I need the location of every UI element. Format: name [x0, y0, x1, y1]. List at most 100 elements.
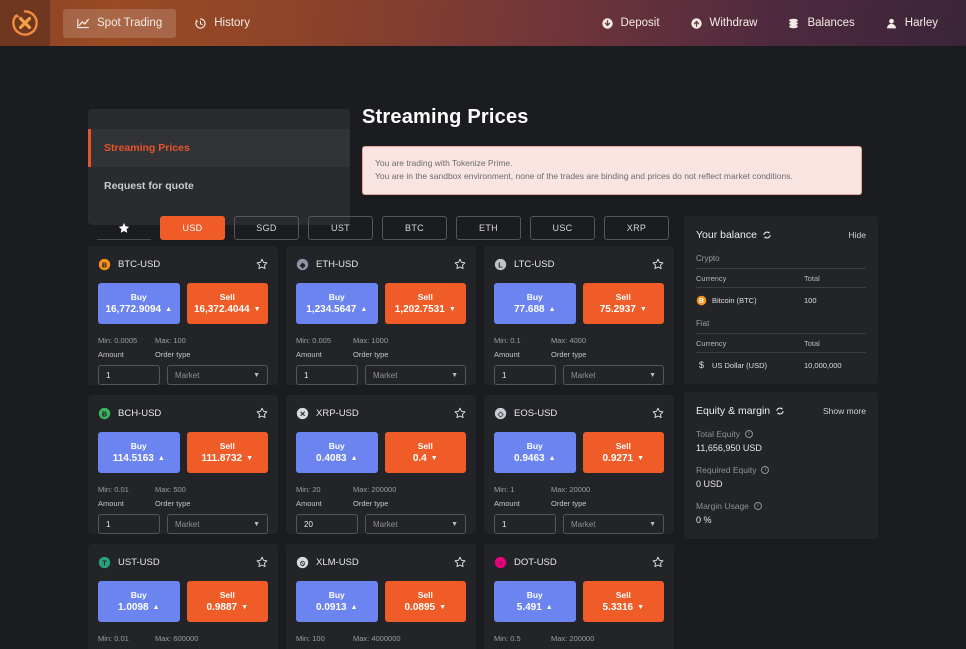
svg-text:Ƀ: Ƀ — [102, 409, 107, 418]
page-title: Streaming Prices — [362, 106, 529, 128]
refresh-icon[interactable] — [775, 406, 785, 416]
sidebar-item-streaming-prices[interactable]: Streaming Prices — [88, 129, 350, 167]
info-icon[interactable]: i — [744, 430, 753, 438]
order-type-select[interactable]: Market ▼ — [365, 514, 466, 534]
fiat-row-name: US Dollar (USD) — [712, 360, 768, 370]
buy-sell-row: Buy 0.0913 ▲ Sell 0.0895 ▼ — [296, 581, 466, 622]
buy-button[interactable]: Buy 16,772.9094 ▲ — [98, 283, 180, 324]
star-outline-icon[interactable] — [454, 407, 466, 419]
buy-button[interactable]: Buy 1.0098 ▲ — [98, 581, 180, 622]
buy-button[interactable]: Buy 1,234.5647 ▲ — [296, 283, 378, 324]
trading-pair-card: ✕ XRP-USD Buy 0.4083 ▲ Sell 0.4 ▼ Min: 20 Max: 20… — [286, 395, 476, 534]
card-pair-name: UST-USD — [118, 556, 160, 568]
order-inputs-row: Market ▼ — [494, 365, 664, 385]
svg-text:T: T — [102, 558, 107, 567]
buy-button[interactable]: Buy 77.688 ▲ — [494, 283, 576, 324]
logo-container[interactable] — [0, 0, 50, 46]
buy-button[interactable]: Buy 114.5163 ▲ — [98, 432, 180, 473]
main-header-area: Streaming Prices You are trading with To… — [362, 106, 862, 196]
refresh-icon[interactable] — [762, 230, 772, 240]
amount-input[interactable] — [494, 365, 556, 385]
star-outline-icon[interactable] — [454, 258, 466, 270]
amount-input[interactable] — [296, 365, 358, 385]
nav-user-account[interactable]: Harley — [879, 9, 944, 38]
order-type-select[interactable]: Market ▼ — [563, 365, 664, 385]
filter-chip-eth-label: ETH — [479, 223, 498, 233]
order-type-select[interactable]: Market ▼ — [563, 514, 664, 534]
sell-button[interactable]: Sell 111.8732 ▼ — [186, 432, 268, 473]
sell-button[interactable]: Sell 75.2937 ▼ — [582, 283, 664, 324]
buy-price: 0.4083 ▲ — [316, 453, 358, 464]
equity-show-more-button[interactable]: Show more — [823, 406, 866, 416]
order-type-select[interactable]: Market ▼ — [167, 365, 268, 385]
star-outline-icon[interactable] — [256, 258, 268, 270]
buy-button[interactable]: Buy 0.4083 ▲ — [296, 432, 378, 473]
max-value: Max: 100 — [155, 336, 186, 345]
amount-input[interactable] — [98, 514, 160, 534]
fiat-row-total: 10,000,000 — [804, 360, 842, 370]
info-icon[interactable]: i — [753, 502, 762, 510]
star-outline-icon[interactable] — [652, 407, 664, 419]
sell-button[interactable]: Sell 16,372.4044 ▼ — [186, 283, 268, 324]
nav-history[interactable]: History — [180, 9, 264, 38]
card-header: ◇ EOS-USD — [494, 404, 664, 422]
price-down-arrow-icon: ▼ — [439, 604, 447, 611]
buy-button[interactable]: Buy 0.0913 ▲ — [296, 581, 378, 622]
buy-label: Buy — [328, 590, 345, 600]
nav-deposit[interactable]: Deposit — [595, 9, 666, 38]
sell-price: 0.9887 ▼ — [206, 602, 248, 613]
buy-label: Buy — [328, 441, 345, 451]
coins-icon — [789, 18, 799, 28]
order-inputs-row: Market ▼ — [296, 514, 466, 534]
sell-price: 16,372.4044 ▼ — [194, 304, 261, 315]
amount-label: Amount — [98, 499, 124, 508]
info-icon[interactable]: i — [761, 466, 770, 474]
sell-price: 0.4 ▼ — [413, 453, 438, 464]
balance-hide-button[interactable]: Hide — [849, 230, 866, 240]
nav-balances[interactable]: Balances — [781, 9, 860, 38]
sell-label: Sell — [615, 292, 631, 302]
filter-chip-usd[interactable]: USD — [160, 216, 225, 240]
nav-spot-trading[interactable]: Spot Trading — [63, 8, 177, 38]
star-outline-icon[interactable] — [256, 407, 268, 419]
star-outline-icon[interactable] — [652, 258, 664, 270]
sell-button[interactable]: Sell 5.3316 ▼ — [582, 581, 664, 622]
min-max-row: Min: 0.5 Max: 200000 — [494, 634, 664, 643]
amount-label: Amount — [494, 499, 520, 508]
star-outline-icon[interactable] — [652, 556, 664, 568]
filter-chip-btc-label: BTC — [405, 223, 424, 233]
filter-chip-sgd[interactable]: SGD — [234, 216, 299, 240]
buy-button[interactable]: Buy 5.491 ▲ — [494, 581, 576, 622]
amount-input[interactable] — [296, 514, 358, 534]
sell-button[interactable]: Sell 1,202.7531 ▼ — [384, 283, 466, 324]
sidebar-item-request-for-quote[interactable]: Request for quote — [88, 167, 350, 205]
amount-input[interactable] — [494, 514, 556, 534]
sell-button[interactable]: Sell 0.4 ▼ — [384, 432, 466, 473]
star-outline-icon[interactable] — [454, 556, 466, 568]
buy-price: 1,234.5647 ▲ — [306, 304, 367, 315]
filter-chip-usc[interactable]: USC — [530, 216, 595, 240]
filter-chip-btc[interactable]: BTC — [382, 216, 447, 240]
order-type-select[interactable]: Market ▼ — [167, 514, 268, 534]
fiat-col-currency: Currency — [696, 339, 727, 348]
order-type-value: Market — [571, 370, 596, 380]
sell-button[interactable]: Sell 0.9887 ▼ — [186, 581, 268, 622]
filter-favorites[interactable] — [97, 216, 151, 240]
max-value: Max: 4000000 — [353, 634, 401, 643]
order-type-select[interactable]: Market ▼ — [365, 365, 466, 385]
filter-chip-ust[interactable]: UST — [308, 216, 373, 240]
buy-price: 5.491 ▲ — [517, 602, 553, 613]
filter-chip-eth[interactable]: ETH — [456, 216, 521, 240]
nav-withdraw[interactable]: Withdraw — [684, 9, 764, 38]
sell-button[interactable]: Sell 0.9271 ▼ — [582, 432, 664, 473]
buy-button[interactable]: Buy 0.9463 ▲ — [494, 432, 576, 473]
primary-nav: Spot Trading History — [50, 0, 264, 46]
trading-pair-card: Ƀ BCH-USD Buy 114.5163 ▲ Sell 111.8732 ▼ Min: 0.… — [88, 395, 278, 534]
equity-panel-title: Equity & margin — [696, 405, 771, 417]
star-outline-icon[interactable] — [256, 556, 268, 568]
amount-input[interactable] — [98, 365, 160, 385]
buy-price: 1.0098 ▲ — [118, 602, 160, 613]
sell-button[interactable]: Sell 0.0895 ▼ — [384, 581, 466, 622]
filter-chip-xrp-label: XRP — [626, 223, 647, 233]
filter-chip-xrp[interactable]: XRP — [604, 216, 669, 240]
